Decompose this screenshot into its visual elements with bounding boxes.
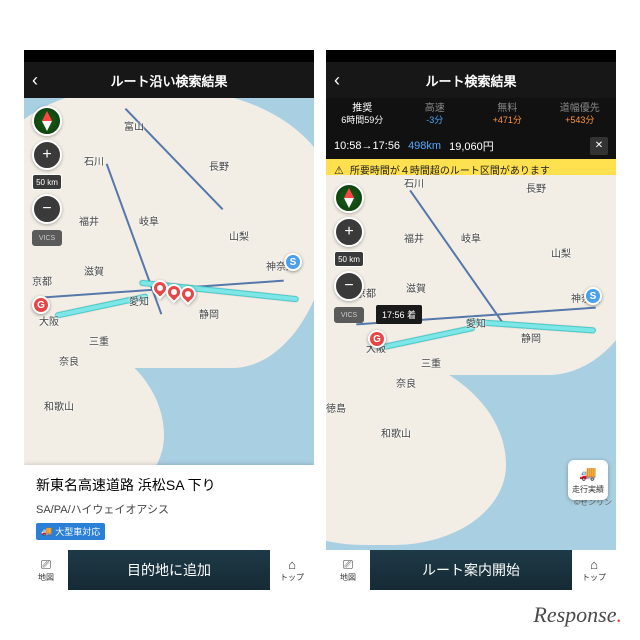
phone-right: ‹ ルート検索結果 推奨6時間59分 高速-3分 無料+471分 道幅優先+54… [326, 50, 616, 590]
vics-badge: VICS [32, 230, 62, 246]
driving-history-button[interactable]: 🚚 走行実績 [568, 460, 608, 500]
home-icon: ⌂ [288, 558, 296, 571]
tab-wide[interactable]: 道幅優先+543分 [544, 98, 617, 133]
pin-icon: ⎚ [343, 558, 353, 571]
action-bar: ⎚ 地図 目的地に追加 ⌂ トップ [24, 550, 314, 590]
goal-marker[interactable]: G [368, 330, 386, 348]
scale-badge: 50 km [32, 174, 62, 190]
title-bar: ‹ ルート検索結果 [326, 62, 616, 98]
truck-icon: 🚚 [41, 526, 52, 537]
eta-bubble: 17:56 着 [376, 305, 422, 324]
phone-left: ‹ ルート沿い検索結果 + 50 km − VICS 富山 石川 長野 [24, 50, 314, 590]
route-cost: 19,060円 [449, 138, 494, 154]
route-summary: 10:58→17:56 498km 19,060円 ✕ [326, 133, 616, 159]
add-destination-button[interactable]: 目的地に追加 [68, 560, 270, 580]
status-bar [24, 50, 314, 62]
zoom-in-button[interactable]: + [32, 140, 62, 170]
start-marker[interactable]: S [584, 287, 602, 305]
vics-badge: VICS [334, 307, 364, 323]
truck-icon: 🚚 [579, 465, 596, 482]
large-vehicle-badge: 🚚 大型車対応 [36, 523, 105, 540]
map-controls: + 50 km − VICS [334, 183, 364, 323]
pin-icon: ⎚ [41, 558, 51, 571]
status-bar [326, 50, 616, 62]
back-button[interactable]: ‹ [32, 70, 38, 91]
top-button[interactable]: ⌂ トップ [572, 550, 616, 590]
zoom-in-button[interactable]: + [334, 217, 364, 247]
start-marker[interactable]: S [284, 253, 302, 271]
poi-category: SA/PA/ハイウェイオアシス [36, 501, 302, 517]
goal-marker[interactable]: G [32, 296, 50, 314]
map-area[interactable]: + 50 km − VICS 石川 福井 岐阜 長野 山梨 神奈川 京都 滋賀 … [326, 175, 616, 550]
zoom-out-button[interactable]: − [32, 194, 62, 224]
zoom-out-button[interactable]: − [334, 271, 364, 301]
map-button[interactable]: ⎚ 地図 [24, 550, 68, 590]
tab-recommended[interactable]: 推奨6時間59分 [326, 98, 399, 133]
map-controls: + 50 km − VICS [32, 106, 62, 246]
watermark: Response. [533, 602, 622, 628]
close-icon[interactable]: ✕ [590, 137, 608, 155]
start-guidance-button[interactable]: ルート案内開始 [370, 560, 572, 580]
page-title: ルート検索結果 [326, 71, 616, 90]
tab-highway[interactable]: 高速-3分 [399, 98, 472, 133]
title-bar: ‹ ルート沿い検索結果 [24, 62, 314, 98]
top-button[interactable]: ⌂ トップ [270, 550, 314, 590]
scale-badge: 50 km [334, 251, 364, 267]
compass-icon[interactable] [32, 106, 62, 136]
tab-free[interactable]: 無料+471分 [471, 98, 544, 133]
back-button[interactable]: ‹ [334, 70, 340, 91]
map-button[interactable]: ⎚ 地図 [326, 550, 370, 590]
compass-icon[interactable] [334, 183, 364, 213]
home-icon: ⌂ [590, 558, 598, 571]
info-card: 新東名高速道路 浜松SA 下り SA/PA/ハイウェイオアシス 🚚 大型車対応 [24, 465, 314, 550]
route-tabs: 推奨6時間59分 高速-3分 無料+471分 道幅優先+543分 [326, 98, 616, 133]
route-distance: 498km [408, 140, 441, 152]
poi-name: 新東名高速道路 浜松SA 下り [36, 475, 302, 495]
route-time: 10:58→17:56 [334, 140, 400, 152]
action-bar: ⎚ 地図 ルート案内開始 ⌂ トップ [326, 550, 616, 590]
page-title: ルート沿い検索結果 [24, 71, 314, 90]
